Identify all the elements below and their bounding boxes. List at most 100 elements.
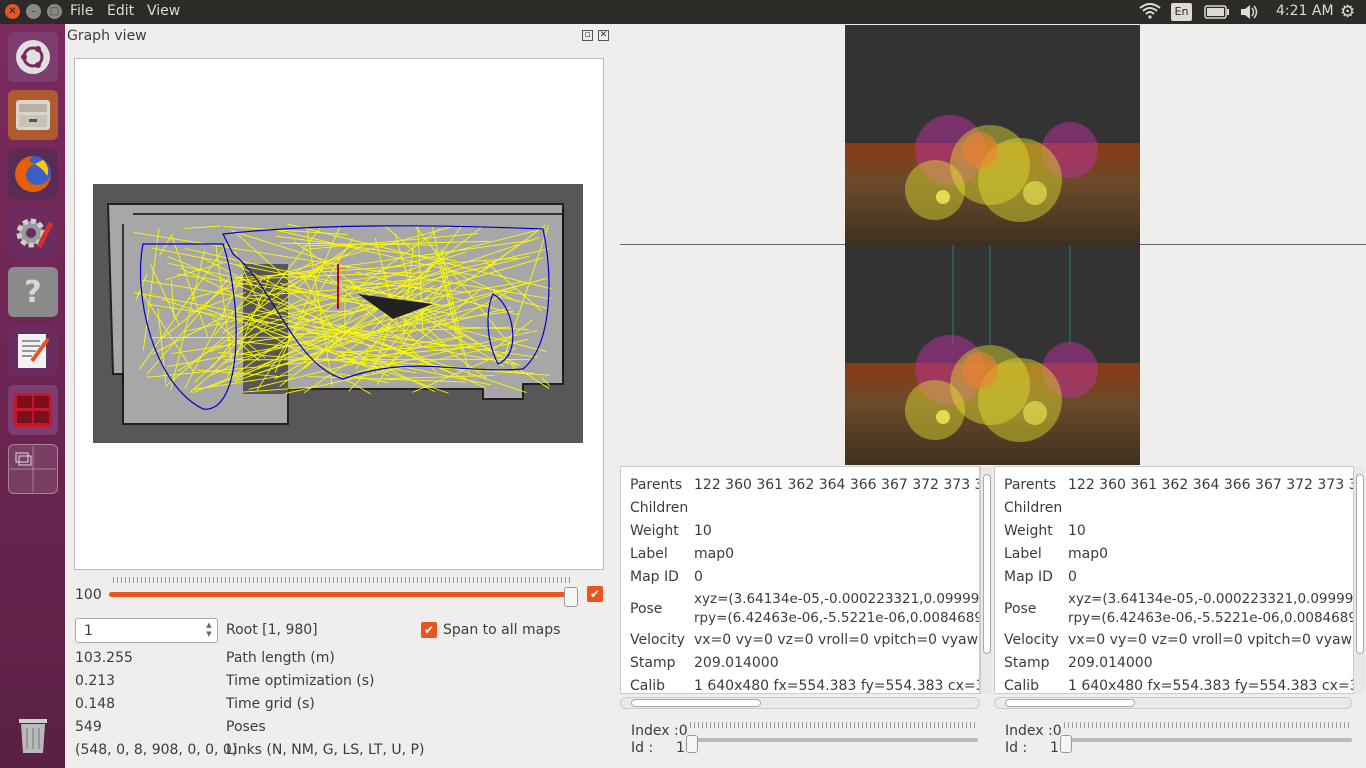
- menu-view[interactable]: View: [147, 3, 180, 19]
- calib-key: Calib: [630, 678, 666, 694]
- keyboard-language-indicator[interactable]: En: [1171, 3, 1192, 21]
- files-icon[interactable]: [8, 90, 58, 140]
- mapid-key: Map ID: [630, 569, 679, 585]
- menu-edit[interactable]: Edit: [107, 3, 134, 19]
- weight-key: Weight: [630, 523, 679, 539]
- label-value: map0: [1068, 546, 1109, 562]
- stat-value: 103.255: [75, 650, 133, 666]
- clock[interactable]: 4:21 AM: [1276, 3, 1334, 19]
- id-label: Id :: [631, 740, 654, 756]
- stat-value: (548, 0, 8, 908, 0, 0, 0): [75, 742, 238, 758]
- image-view-bottom[interactable]: [845, 245, 1140, 465]
- index-label: Index :0: [631, 723, 688, 739]
- calib-value: 1 640x480 fx=554.383 fy=554.383 cx=320: [694, 678, 980, 694]
- system-settings-icon[interactable]: [8, 208, 58, 258]
- stamp-value: 209.014000: [1068, 655, 1153, 671]
- window-close-button[interactable]: ✕: [5, 4, 20, 19]
- float-panel-button[interactable]: ▫: [582, 30, 593, 41]
- parents-key: Parents: [1004, 477, 1057, 493]
- calib-value: 1 640x480 fx=554.383 fy=554.383 cx=320: [1068, 678, 1354, 694]
- index-slider[interactable]: [1064, 738, 1352, 742]
- close-panel-button[interactable]: ✕: [598, 30, 609, 41]
- wifi-icon[interactable]: [1139, 3, 1161, 23]
- firefox-icon[interactable]: [8, 149, 58, 199]
- volume-icon[interactable]: [1239, 4, 1259, 24]
- stat-value: 549: [75, 719, 102, 735]
- spin-arrows-icon[interactable]: ▲ ▼: [203, 621, 215, 640]
- settings-gear-icon[interactable]: ⚙: [1340, 2, 1355, 22]
- pose-key: Pose: [630, 601, 663, 617]
- stat-label: Path length (m): [226, 650, 335, 666]
- graph-slider-handle[interactable]: [564, 587, 578, 607]
- velocity-value: vx=0 vy=0 vz=0 vroll=0 vpitch=0 vyaw=0: [694, 632, 980, 648]
- trash-icon[interactable]: [8, 709, 58, 759]
- velocity-key: Velocity: [630, 632, 685, 648]
- mapid-key: Map ID: [1004, 569, 1053, 585]
- graph-iteration-slider[interactable]: [109, 592, 573, 597]
- map-graph-overlay: [106, 203, 564, 425]
- launcher: ?: [0, 24, 65, 768]
- stat-label: Poses: [226, 719, 266, 735]
- node-info-left: Parents 122 360 361 362 364 366 367 372 3…: [620, 466, 980, 694]
- label-key: Label: [630, 546, 668, 562]
- stamp-key: Stamp: [630, 655, 676, 671]
- index-slider-ticks: [1064, 722, 1352, 728]
- parents-value: 122 360 361 362 364 366 367 372 373 374: [1068, 477, 1354, 493]
- stat-label: Time grid (s): [226, 696, 315, 712]
- span-all-maps-checkbox[interactable]: ✔: [421, 622, 437, 638]
- menu-file[interactable]: File: [70, 3, 93, 19]
- weight-value: 10: [694, 523, 712, 539]
- children-key: Children: [630, 500, 689, 516]
- graph-slider-ticks: [113, 577, 573, 583]
- pose-xyz: xyz=(3.64134e-05,-0.000223321,0.099999: [694, 591, 980, 607]
- id-label: Id :: [1005, 740, 1028, 756]
- help-icon[interactable]: ?: [8, 267, 58, 317]
- index-slider-ticks: [690, 722, 978, 728]
- pose-key: Pose: [1004, 601, 1037, 617]
- stat-label: Time optimization (s): [226, 673, 375, 689]
- index-slider-handle[interactable]: [686, 735, 698, 753]
- window-maximize-button[interactable]: □: [47, 4, 62, 19]
- battery-icon[interactable]: [1204, 5, 1230, 23]
- info-left-vscroll[interactable]: [980, 466, 992, 694]
- root-id-value: 1: [84, 623, 93, 639]
- label-value: map0: [694, 546, 735, 562]
- velocity-key: Velocity: [1004, 632, 1059, 648]
- slider-checkbox[interactable]: ✔: [587, 586, 603, 602]
- ubuntu-dash-icon[interactable]: [8, 32, 58, 82]
- stat-label: Links (N, NM, G, LS, LT, U, P): [226, 742, 425, 758]
- info-left-hscroll[interactable]: [620, 697, 980, 709]
- span-all-maps-label: Span to all maps: [443, 622, 561, 638]
- pose-xyz: xyz=(3.64134e-05,-0.000223321,0.099999: [1068, 591, 1354, 607]
- root-label: Root [1, 980]: [226, 622, 318, 638]
- mapid-value: 0: [694, 569, 703, 585]
- info-right-hscroll[interactable]: [994, 697, 1352, 709]
- index-label: Index :0: [1005, 723, 1062, 739]
- root-id-spinbox[interactable]: 1 ▲ ▼: [75, 618, 218, 643]
- stamp-value: 209.014000: [694, 655, 779, 671]
- stamp-key: Stamp: [1004, 655, 1050, 671]
- calib-key: Calib: [1004, 678, 1040, 694]
- terminal-icon[interactable]: [8, 385, 58, 435]
- parents-key: Parents: [630, 477, 683, 493]
- index-slider[interactable]: [690, 738, 978, 742]
- index-slider-handle[interactable]: [1060, 735, 1072, 753]
- text-editor-icon[interactable]: [8, 326, 58, 376]
- weight-value: 10: [1068, 523, 1086, 539]
- workspace-switcher-icon[interactable]: [8, 444, 58, 494]
- image-view-top[interactable]: [845, 25, 1140, 245]
- top-menu-bar: ✕ – □ File Edit View En 4:21 AM ⚙: [0, 0, 1366, 24]
- graph-view-title: Graph view: [67, 28, 147, 44]
- id-value: 1: [1050, 740, 1059, 756]
- node-info-right: Parents 122 360 361 362 364 366 367 372 3…: [994, 466, 1354, 694]
- pose-rpy: rpy=(6.42463e-06,-5.5221e-06,0.00846893: [1068, 610, 1354, 626]
- mapid-value: 0: [1068, 569, 1077, 585]
- pose-rpy: rpy=(6.42463e-06,-5.5221e-06,0.00846893: [694, 610, 980, 626]
- window-minimize-button[interactable]: –: [26, 4, 41, 19]
- stat-value: 0.148: [75, 696, 116, 712]
- occupancy-grid-map[interactable]: [93, 184, 583, 443]
- label-key: Label: [1004, 546, 1042, 562]
- parents-value: 122 360 361 362 364 366 367 372 373 374: [694, 477, 980, 493]
- id-value: 1: [676, 740, 685, 756]
- info-right-vscroll[interactable]: [1353, 466, 1365, 694]
